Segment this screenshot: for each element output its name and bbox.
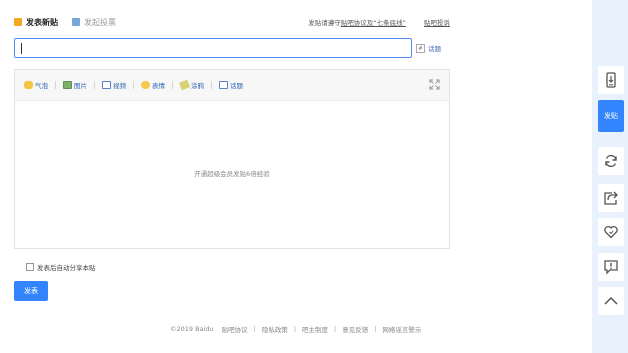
auto-share-option[interactable]: 发表后自动分享本贴 (26, 262, 96, 272)
toolbar-video[interactable]: 视频 (102, 80, 126, 90)
toolbar-emoji[interactable]: 表情 (141, 80, 165, 90)
picture-icon (63, 81, 72, 89)
post-editor: 气泡 图片 视频 表情 涂鸦 话题 开通超级会员发贴6倍经验 (14, 69, 450, 249)
emoji-icon (141, 81, 150, 89)
rules-prefix: 发贴请遵守 (308, 19, 341, 27)
tab-new-post[interactable]: 发表新贴 (14, 15, 58, 29)
refresh-icon[interactable] (598, 147, 624, 175)
text-caret (21, 43, 22, 54)
title-input[interactable] (14, 38, 412, 58)
toolbar-topic-label: 话题 (230, 82, 243, 90)
toolbar-bubble[interactable]: 气泡 (24, 80, 48, 90)
toolbar-video-label: 视频 (113, 82, 126, 90)
toolbar-topic[interactable]: 话题 (219, 80, 243, 90)
toolbar-emoji-label: 表情 (152, 82, 165, 90)
footer-link-agreement[interactable]: 贴吧协议 (222, 324, 248, 334)
insert-topic-link[interactable]: # 话题 (416, 43, 441, 53)
footer-link-privacy[interactable]: 隐私政策 (262, 324, 288, 334)
report-icon[interactable] (598, 253, 624, 281)
editor-content-area[interactable]: 开通超级会员发贴6倍经验 (15, 101, 449, 249)
complaint-link[interactable]: 贴吧投诉 (424, 17, 450, 27)
insert-topic-label: 话题 (428, 45, 441, 53)
footer-link-rumor-warning[interactable]: 网络谣言警示 (382, 324, 421, 334)
vip-hint: 开通超级会员发贴6倍经验 (194, 170, 270, 178)
toolbar-picture-label: 图片 (74, 82, 87, 90)
tab-vote[interactable]: 发起投票 (72, 15, 116, 29)
tab-new-post-label: 发表新贴 (26, 17, 58, 27)
bubble-icon (24, 81, 33, 89)
footer: ©2019 Baidu 贴吧协议 | 隐私政策 | 吧主制度 | 意见反馈 | … (170, 324, 422, 334)
toolbar-bubble-label: 气泡 (35, 82, 48, 90)
toolbar-picture[interactable]: 图片 (63, 80, 87, 90)
editor-toolbar: 气泡 图片 视频 表情 涂鸦 话题 (15, 70, 449, 101)
toolbar-doodle-label: 涂鸦 (191, 82, 204, 90)
video-icon (102, 81, 111, 89)
share-icon[interactable] (598, 184, 624, 212)
edit-icon (14, 18, 22, 26)
vote-icon (72, 18, 80, 26)
footer-link-feedback[interactable]: 意见反馈 (342, 324, 368, 334)
rail-post-button[interactable]: 发贴 (598, 100, 624, 132)
tab-vote-label: 发起投票 (84, 17, 116, 27)
right-rail: 发贴 (592, 0, 628, 353)
mobile-icon[interactable] (598, 66, 624, 94)
footer-copyright: ©2019 Baidu (170, 325, 214, 333)
header-links: 发贴请遵守 贴吧协议及“七条底线” 贴吧投诉 (308, 17, 450, 27)
footer-link-moderator-rules[interactable]: 吧主制度 (302, 324, 328, 334)
post-header: 发表新贴 发起投票 发贴请遵守 贴吧协议及“七条底线” 贴吧投诉 (14, 15, 450, 29)
doodle-icon (178, 79, 191, 91)
expand-icon[interactable] (429, 79, 440, 90)
auto-share-label: 发表后自动分享本贴 (37, 264, 96, 272)
hash-icon: # (416, 43, 425, 53)
rules-link[interactable]: 贴吧协议及“七条底线” (341, 17, 406, 27)
toolbar-doodle[interactable]: 涂鸦 (178, 79, 204, 91)
auto-share-checkbox[interactable] (26, 263, 34, 271)
submit-button[interactable]: 发表 (14, 281, 48, 301)
heart-icon[interactable] (598, 218, 624, 246)
topic-icon (219, 81, 228, 89)
back-to-top-icon[interactable] (598, 287, 624, 315)
